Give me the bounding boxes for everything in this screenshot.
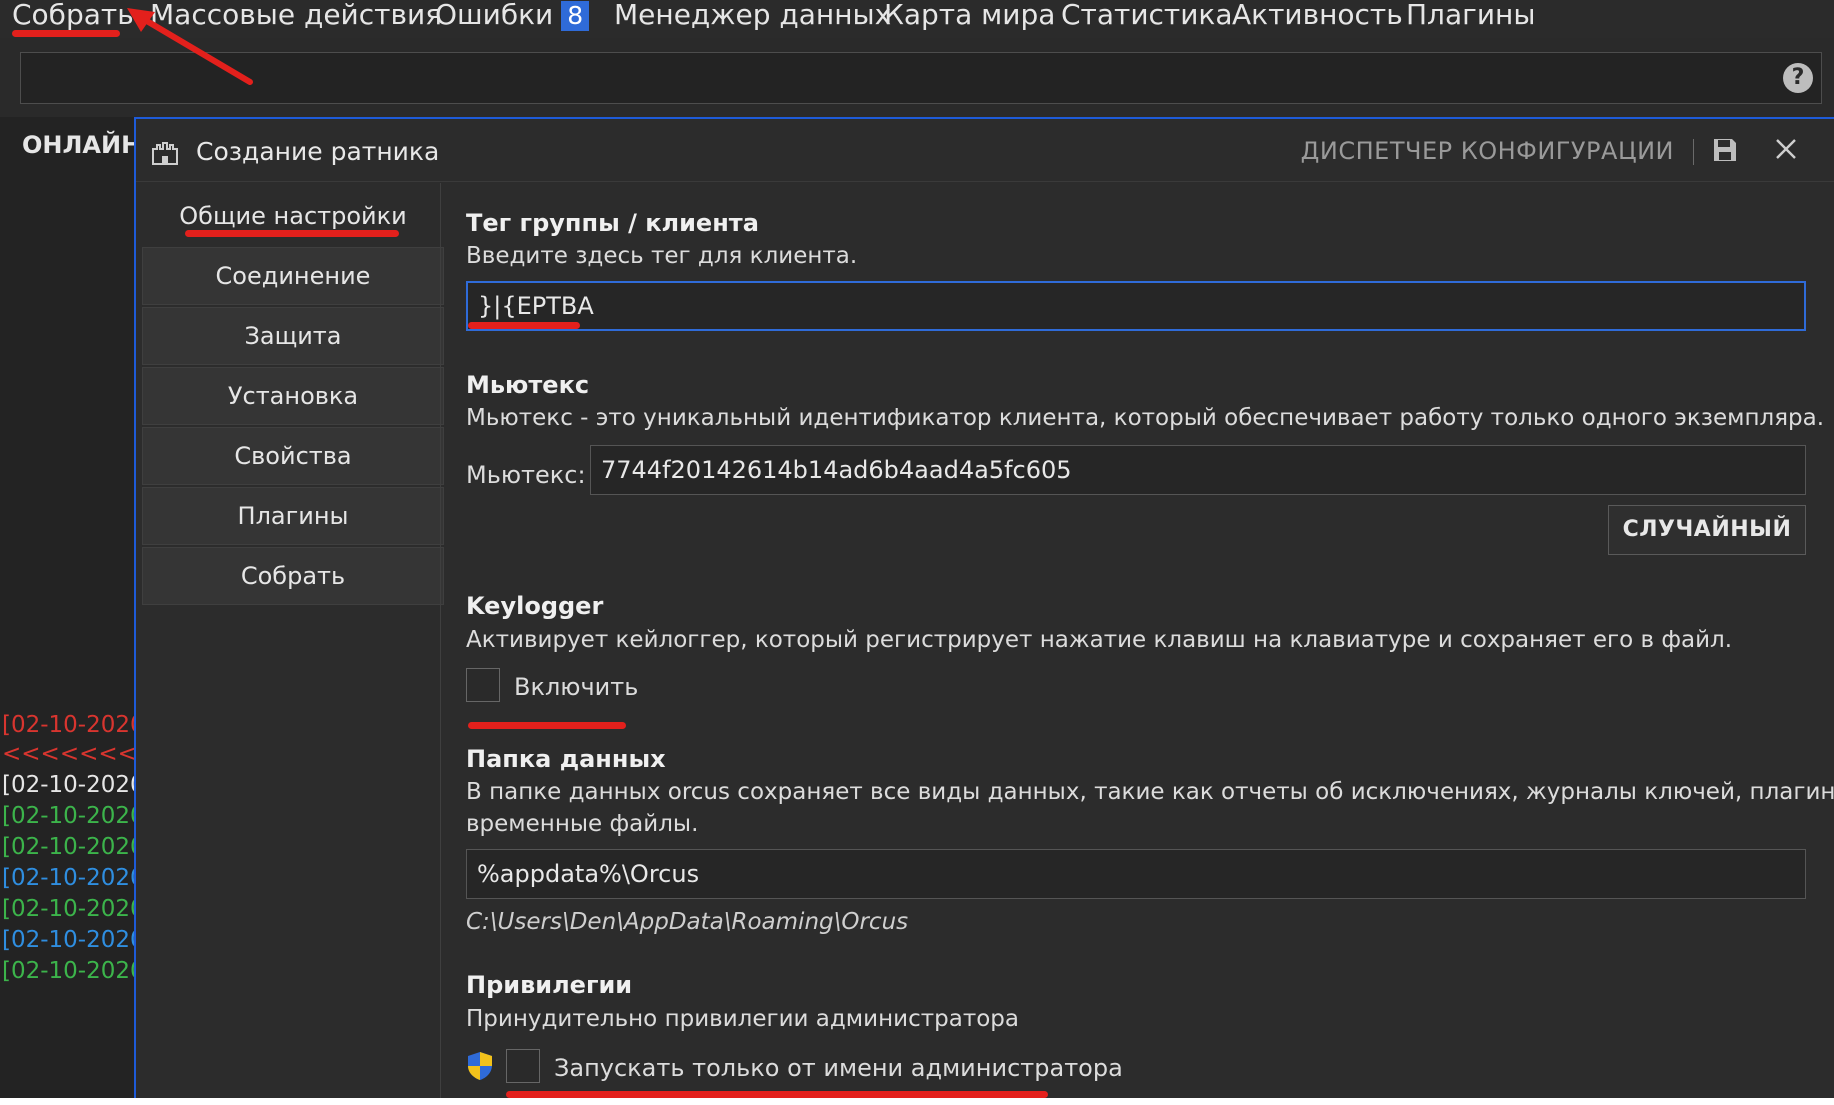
privileges-description: Принудительно привилегии администратора bbox=[466, 1006, 1019, 1032]
nav-installation[interactable]: Установка bbox=[142, 367, 444, 425]
castle-icon bbox=[152, 142, 178, 165]
log-line: [02-10-2020 bbox=[2, 958, 145, 984]
privileges-title: Привилегии bbox=[466, 971, 633, 999]
tag-title: Тег группы / клиента bbox=[466, 209, 759, 237]
nav-plugins[interactable]: Плагины bbox=[142, 487, 444, 545]
log-line: [02-10-2020 bbox=[2, 865, 145, 891]
menu-errors-label: Ошибки bbox=[435, 0, 554, 31]
log-line: [02-10-2020 bbox=[2, 834, 145, 860]
clients-panel: ОНЛАЙН [02-10-2020 <<<<<<< В [02-10-2020 [0… bbox=[0, 117, 160, 1098]
log-line: [02-10-2020 bbox=[2, 712, 145, 738]
menu-statistics[interactable]: Статистика bbox=[1061, 0, 1233, 30]
random-button[interactable]: СЛУЧАЙНЫЙ bbox=[1608, 505, 1806, 555]
help-icon[interactable]: ? bbox=[1783, 63, 1813, 93]
menu-plugins[interactable]: Плагины bbox=[1406, 0, 1535, 30]
divider bbox=[440, 183, 441, 1098]
config-manager-link[interactable]: ДИСПЕТЧЕР КОНФИГУРАЦИИ bbox=[1301, 137, 1674, 165]
uac-shield-icon bbox=[468, 1052, 492, 1080]
close-icon[interactable] bbox=[1772, 135, 1800, 163]
nav-connection[interactable]: Соединение bbox=[142, 247, 444, 305]
datafolder-description-1: В папке данных orcus сохраняет все виды … bbox=[466, 779, 1834, 805]
mutex-description: Мьютекс - это уникальный идентификатор к… bbox=[466, 405, 1825, 431]
log-line: [02-10-2020 bbox=[2, 927, 145, 953]
online-header: ОНЛАЙН bbox=[22, 131, 142, 159]
datafolder-title: Папка данных bbox=[466, 745, 666, 773]
save-icon[interactable] bbox=[1712, 137, 1738, 163]
divider bbox=[136, 181, 1834, 182]
annotation-underline bbox=[12, 30, 120, 37]
datafolder-input[interactable]: %appdata%\Orcus bbox=[466, 849, 1806, 899]
tag-input[interactable]: }|{ЕРТВА bbox=[466, 281, 1806, 331]
log-line: [02-10-2020 bbox=[2, 896, 145, 922]
tag-description: Введите здесь тег для клиента. bbox=[466, 243, 858, 269]
dialog-title: Создание ратника bbox=[196, 137, 440, 166]
menu-data-manager[interactable]: Менеджер данных bbox=[614, 0, 891, 30]
mutex-input[interactable]: 7744f20142614b14ad6b4aad4a5fc605 bbox=[590, 445, 1806, 495]
annotation-underline bbox=[506, 1091, 1048, 1098]
annotation-underline bbox=[185, 230, 399, 237]
admin-only-checkbox[interactable] bbox=[506, 1049, 540, 1083]
settings-nav: Общие настройки Соединение Защита Устано… bbox=[142, 187, 444, 607]
keylogger-title: Keylogger bbox=[466, 592, 604, 620]
errors-count-badge: 8 bbox=[561, 1, 590, 31]
menu-world-map[interactable]: Карта мира bbox=[884, 0, 1055, 30]
menu-bar: Собрать Массовые действия Ошибки 8 Менедж… bbox=[0, 0, 1834, 38]
mutex-title: Мьютекс bbox=[466, 371, 590, 399]
nav-build[interactable]: Собрать bbox=[142, 547, 444, 605]
nav-properties[interactable]: Свойства bbox=[142, 427, 444, 485]
log-line: [02-10-2020 bbox=[2, 772, 145, 798]
log-line: [02-10-2020 bbox=[2, 803, 145, 829]
admin-only-label[interactable]: Запускать только от имени администратора bbox=[554, 1054, 1123, 1082]
menu-errors[interactable]: Ошибки 8 bbox=[435, 0, 590, 31]
annotation-underline bbox=[468, 722, 626, 729]
datafolder-description-2: временные файлы. bbox=[466, 811, 699, 837]
separator bbox=[1693, 139, 1694, 165]
datafolder-resolved-path: C:\Users\Den\AppData\Roaming\Orcus bbox=[466, 909, 909, 935]
annotation-underline bbox=[468, 322, 580, 329]
menu-activity[interactable]: Активность bbox=[1232, 0, 1403, 30]
search-input[interactable]: ? bbox=[20, 52, 1822, 104]
keylogger-enable-checkbox[interactable] bbox=[466, 668, 500, 702]
builder-dialog: Создание ратника ДИСПЕТЧЕР КОНФИГУРАЦИИ … bbox=[134, 117, 1834, 1098]
keylogger-enable-label[interactable]: Включить bbox=[514, 673, 638, 701]
app-window: Собрать Массовые действия Ошибки 8 Менедж… bbox=[0, 0, 1834, 1098]
keylogger-description: Активирует кейлоггер, который регистриру… bbox=[466, 627, 1733, 653]
mutex-label: Мьютекс: bbox=[466, 461, 586, 489]
nav-protection[interactable]: Защита bbox=[142, 307, 444, 365]
annotation-arrow bbox=[127, 8, 253, 85]
